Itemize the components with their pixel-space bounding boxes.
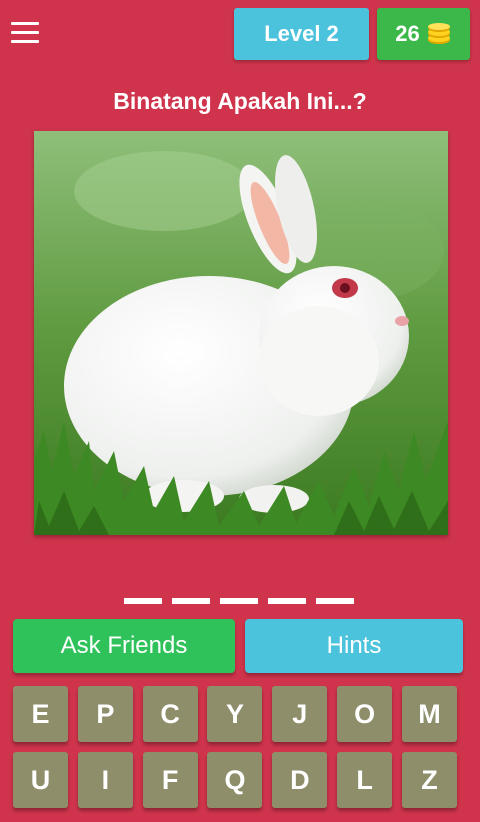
question-text: Binatang Apakah Ini...? (113, 88, 367, 114)
letter-key[interactable]: P (77, 686, 133, 742)
answer-slot[interactable] (172, 598, 210, 604)
letter-key[interactable]: L (337, 752, 393, 808)
answer-slot[interactable] (268, 598, 306, 604)
rabbit-photo (34, 131, 448, 535)
level-badge: Level 2 (234, 8, 369, 60)
letter-key[interactable]: M (401, 686, 457, 742)
letter-keyboard: E P C Y J O M U I F Q D L Z (13, 686, 457, 818)
letter-key[interactable]: O (337, 686, 393, 742)
letter-key[interactable]: D (272, 752, 328, 808)
coins-badge[interactable]: 26 (377, 8, 470, 60)
level-label: Level 2 (264, 21, 339, 46)
answer-slots[interactable] (124, 598, 356, 604)
keyboard-row-1: E P C Y J O M (13, 686, 457, 742)
answer-slot[interactable] (220, 598, 258, 604)
keyboard-row-2: U I F Q D L Z (13, 752, 457, 808)
letter-key[interactable]: E (13, 686, 68, 742)
letter-key[interactable]: I (77, 752, 133, 808)
answer-slot[interactable] (316, 598, 354, 604)
letter-key[interactable]: F (142, 752, 198, 808)
answer-slot[interactable] (124, 598, 162, 604)
coin-stack-icon (427, 23, 450, 44)
letter-key[interactable]: Z (401, 752, 457, 808)
letter-key[interactable]: C (142, 686, 198, 742)
coin-count: 26 (395, 21, 420, 46)
letter-key[interactable]: U (13, 752, 68, 808)
letter-key[interactable]: Q (207, 752, 263, 808)
letter-key[interactable]: J (272, 686, 328, 742)
hints-button[interactable]: Hints (245, 619, 463, 673)
ask-friends-button[interactable]: Ask Friends (13, 619, 235, 673)
letter-key[interactable]: Y (207, 686, 263, 742)
hamburger-menu-icon[interactable] (11, 22, 39, 46)
